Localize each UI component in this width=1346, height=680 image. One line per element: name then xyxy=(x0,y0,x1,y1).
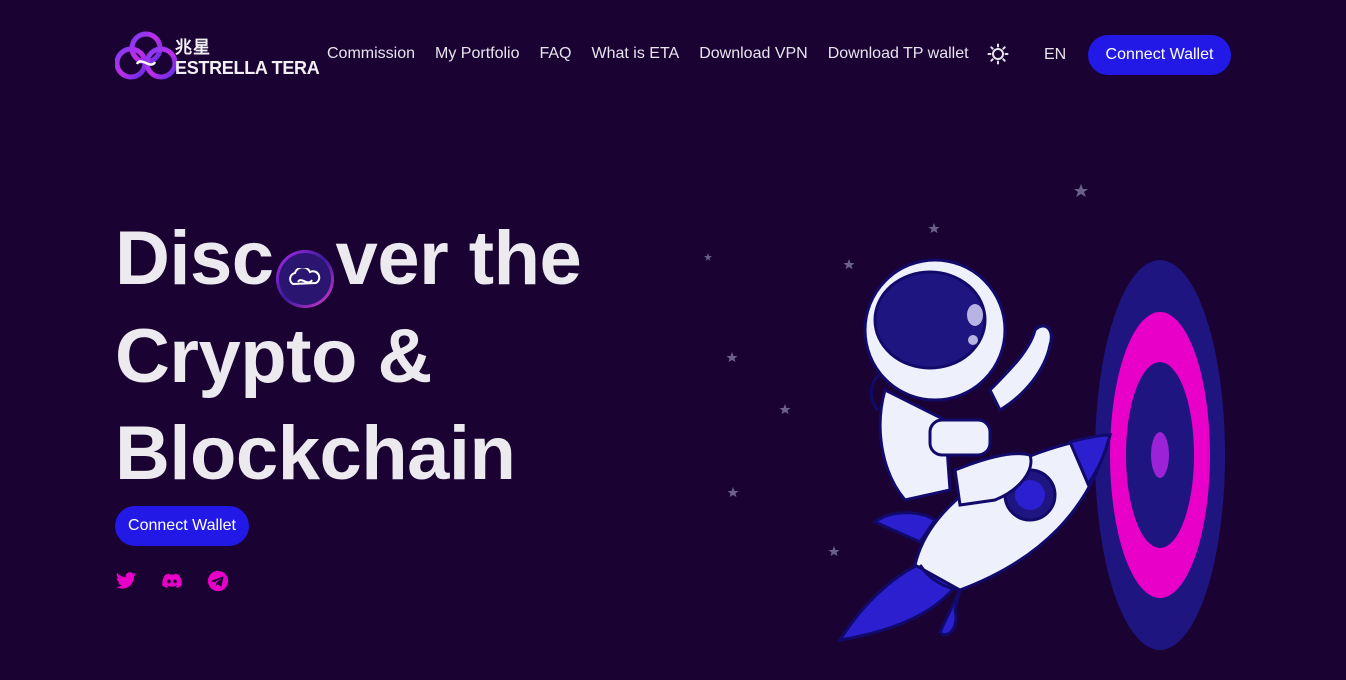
astronaut-decoration xyxy=(863,258,1053,507)
hero-connect-wallet-button[interactable]: Connect Wallet xyxy=(115,506,249,546)
telegram-link[interactable] xyxy=(207,570,229,592)
header-connect-wallet-button[interactable]: Connect Wallet xyxy=(1088,35,1231,75)
hero-title: Disc ver the Crypto & Blockchain xyxy=(115,210,735,502)
site-header: 兆星 ESTRELLA TERA Commission My Portfolio… xyxy=(0,0,1346,110)
main-nav: Commission My Portfolio FAQ What is ETA … xyxy=(327,45,989,63)
hero-title-line-1: Disc ver the xyxy=(115,210,735,308)
twitter-link[interactable] xyxy=(115,570,137,592)
hero-title-line-3: Blockchain xyxy=(115,411,516,496)
twitter-icon xyxy=(115,572,137,589)
brand-name-cn: 兆星 xyxy=(175,38,211,57)
target-decoration xyxy=(1095,260,1225,650)
sun-icon xyxy=(987,43,1009,65)
nav-item-what-is-eta[interactable]: What is ETA xyxy=(592,45,680,63)
discord-link[interactable] xyxy=(161,570,183,592)
social-links xyxy=(115,570,253,592)
theme-toggle-button[interactable] xyxy=(987,43,1009,65)
brand-name-en: ESTRELLA TERA xyxy=(175,58,320,78)
cloud-infinity-logo-icon xyxy=(115,31,177,80)
hero-title-part-b: ver the xyxy=(335,216,582,301)
brand-logo[interactable]: 兆星 ESTRELLA TERA xyxy=(115,30,320,82)
hero-title-line-2: Crypto & xyxy=(115,314,432,399)
astronaut-rocket-illustration xyxy=(704,184,1225,650)
coin-logo-icon xyxy=(275,250,334,308)
nav-item-download-vpn[interactable]: Download VPN xyxy=(699,45,808,63)
discord-icon xyxy=(162,573,182,588)
language-selector[interactable]: EN xyxy=(1044,46,1066,64)
hero-title-part-a: Disc xyxy=(115,216,274,301)
telegram-icon xyxy=(207,570,229,592)
landing-page: 兆星 ESTRELLA TERA Commission My Portfolio… xyxy=(0,0,1346,680)
nav-item-commission[interactable]: Commission xyxy=(327,45,415,63)
nav-item-my-portfolio[interactable]: My Portfolio xyxy=(435,45,519,63)
nav-item-faq[interactable]: FAQ xyxy=(539,45,571,63)
nav-item-download-tp-wallet[interactable]: Download TP wallet xyxy=(828,45,969,63)
